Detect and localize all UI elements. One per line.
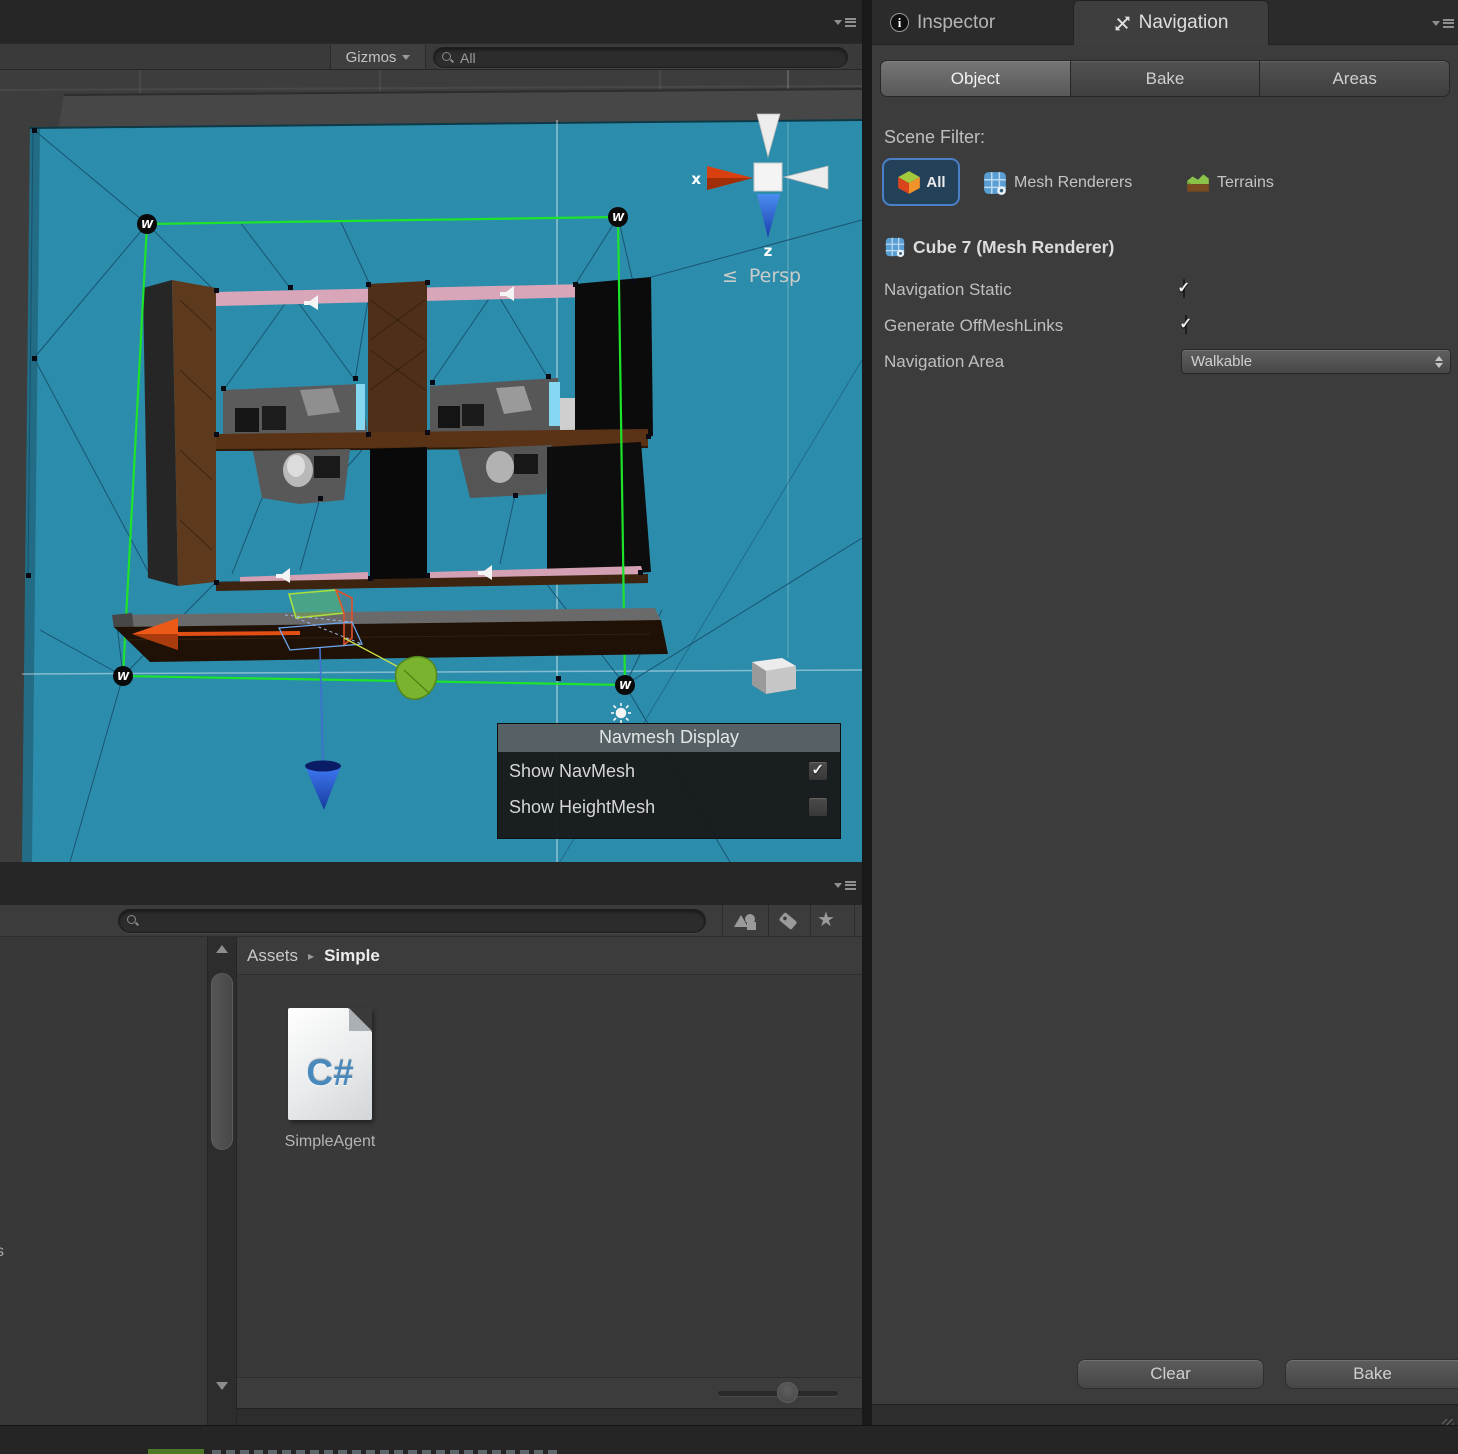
mode-tab-bake[interactable]: Bake — [1071, 60, 1261, 97]
navigation-static-checkbox[interactable] — [1183, 279, 1185, 298]
persp-label: Persp — [749, 265, 801, 287]
panel-divider[interactable] — [862, 0, 872, 1454]
scene-filter-label: Scene Filter: — [884, 127, 985, 148]
bake-button[interactable]: Bake — [1285, 1359, 1458, 1389]
generate-offmeshlinks-label: Generate OffMeshLinks — [884, 316, 1063, 336]
scene-search-value: All — [460, 50, 476, 66]
tree-item-fragment: s — [0, 1243, 4, 1261]
search-icon — [442, 52, 454, 64]
search-by-type-icon[interactable] — [732, 911, 760, 931]
clipped-console-message — [212, 1450, 562, 1454]
persp-angle-icon: ≤ — [722, 265, 738, 287]
navigation-icon — [1114, 15, 1131, 32]
scene-filter-mesh-renderers-button[interactable]: Mesh Renderers — [982, 170, 1132, 196]
breadcrumb-separator-icon: ▸ — [308, 949, 314, 963]
sun-gizmo-icon — [611, 703, 631, 723]
clear-button[interactable]: Clear — [1077, 1359, 1264, 1389]
asset-csharp-script[interactable]: C# — [288, 1008, 372, 1120]
selected-object-title: Cube 7 (Mesh Renderer) — [913, 237, 1114, 258]
mesh-renderers-icon — [982, 170, 1008, 196]
mode-tab-areas[interactable]: Areas — [1260, 60, 1450, 97]
project-panel-header — [0, 862, 862, 905]
svg-text:W: W — [141, 218, 154, 231]
show-navmesh-row: Show NavMesh — [498, 754, 840, 788]
scene-filter-all-button[interactable]: All — [882, 158, 960, 206]
terrains-icon — [1185, 170, 1211, 196]
project-folder-tree[interactable]: s — [0, 937, 207, 1425]
chevron-down-icon — [402, 55, 410, 60]
info-icon: i — [890, 13, 909, 32]
svg-text:W: W — [117, 670, 130, 683]
navigation-area-label: Navigation Area — [884, 352, 1004, 372]
asset-label[interactable]: SimpleAgent — [250, 1133, 410, 1151]
mesh-renderers-label: Mesh Renderers — [1014, 174, 1132, 192]
navigation-mode-tabs: Object Bake Areas — [880, 60, 1450, 97]
status-bar — [0, 1425, 1458, 1454]
navmesh-display-title: Navmesh Display — [498, 724, 840, 752]
all-cube-icon — [896, 169, 922, 195]
navigation-static-label: Navigation Static — [884, 280, 1012, 300]
inspector-tabbar: i Inspector Navigation — [872, 0, 1458, 45]
icon-size-slider-knob[interactable] — [777, 1382, 798, 1403]
project-scrollbar[interactable] — [207, 937, 237, 1425]
breadcrumb-root[interactable]: Assets — [247, 946, 298, 966]
search-icon — [127, 915, 139, 927]
navigation-panel-menu-icon[interactable] — [1432, 16, 1454, 30]
scene-search-input[interactable]: All — [433, 47, 848, 68]
project-asset-grid: Assets ▸ Simple C# SimpleAgent — [237, 937, 862, 1425]
tab-inspector[interactable]: i Inspector — [890, 0, 995, 45]
favorites-star-icon[interactable]: ★ — [817, 907, 835, 932]
search-by-label-icon[interactable] — [776, 910, 800, 932]
project-search-input[interactable] — [118, 909, 706, 933]
csharp-badge: C# — [306, 1052, 353, 1094]
terrains-label: Terrains — [1217, 174, 1274, 192]
scroll-up-icon[interactable] — [216, 945, 228, 953]
navmesh-display-overlay: Navmesh Display Show NavMesh Show Height… — [497, 723, 841, 839]
navigation-tab-label: Navigation — [1139, 12, 1229, 34]
all-filter-label: All — [926, 174, 945, 191]
show-navmesh-checkbox[interactable] — [808, 761, 828, 781]
show-heightmesh-checkbox[interactable] — [808, 797, 828, 817]
gizmos-label: Gizmos — [346, 49, 397, 66]
scene-panel-header — [0, 0, 862, 43]
inspector-tab-label: Inspector — [917, 12, 995, 34]
selected-object-heading: Cube 7 (Mesh Renderer) — [884, 236, 1114, 258]
gizmo-x-label: x — [691, 170, 701, 188]
show-navmesh-label: Show NavMesh — [509, 761, 635, 782]
project-bottom-bar — [237, 1377, 862, 1408]
scene-panel-menu-icon[interactable] — [834, 15, 856, 29]
gizmos-dropdown-button[interactable]: Gizmos — [330, 45, 426, 69]
unity-editor-window: Gizmos All — [0, 0, 1458, 1454]
breadcrumb: Assets ▸ Simple — [237, 937, 862, 975]
dropdown-updown-icon — [1435, 356, 1443, 368]
project-toolbar: ★ — [0, 905, 862, 937]
scrollbar-thumb[interactable] — [211, 973, 233, 1150]
show-heightmesh-label: Show HeightMesh — [509, 797, 655, 818]
svg-text:W: W — [619, 679, 632, 692]
project-panel-menu-icon[interactable] — [834, 878, 856, 892]
scroll-down-icon[interactable] — [216, 1382, 228, 1390]
navigation-area-dropdown[interactable]: Walkable — [1181, 349, 1451, 374]
mesh-renderer-icon — [884, 236, 906, 258]
show-heightmesh-row: Show HeightMesh — [498, 790, 840, 824]
scene-toolbar: Gizmos All — [0, 43, 862, 70]
mode-tab-object[interactable]: Object — [880, 60, 1071, 97]
project-panel: ★ s Assets ▸ Simple C# SimpleAgent — [0, 862, 862, 1425]
tab-navigation[interactable]: Navigation — [1073, 0, 1269, 45]
navigation-panel: i Inspector Navigation Object Bake Areas… — [872, 0, 1458, 1454]
scene-filter-terrains-button[interactable]: Terrains — [1185, 170, 1274, 196]
scene-viewport[interactable]: W W W W — [0, 70, 862, 862]
navigation-area-value: Walkable — [1191, 353, 1252, 370]
breadcrumb-current[interactable]: Simple — [324, 946, 380, 966]
svg-text:W: W — [612, 211, 625, 224]
clipped-console-icon — [148, 1449, 204, 1454]
gizmo-z-label: z — [764, 242, 773, 260]
generate-offmeshlinks-checkbox[interactable] — [1185, 315, 1187, 334]
